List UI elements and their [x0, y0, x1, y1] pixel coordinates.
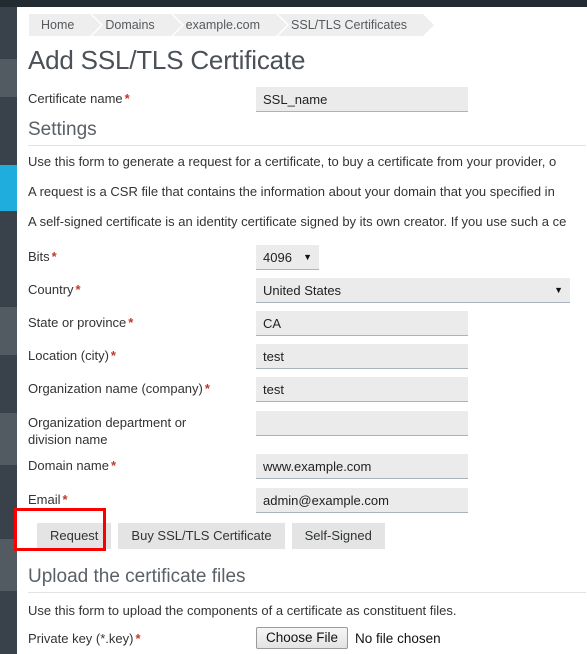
bits-label: Bits *	[28, 248, 57, 265]
label-text: State or province	[28, 315, 127, 330]
breadcrumb-item-home[interactable]: Home	[29, 14, 104, 36]
sidebar-segment[interactable]	[0, 7, 17, 59]
top-header-bar	[0, 0, 587, 7]
breadcrumb-label: Domains	[105, 18, 155, 32]
breadcrumb-item-example-com[interactable]: example.com	[172, 14, 290, 36]
sidebar-segment[interactable]	[0, 307, 17, 355]
email-input[interactable]	[256, 488, 468, 513]
upload-section-header: Upload the certificate files	[28, 566, 586, 593]
department-row: Organization department or division name	[28, 411, 586, 453]
buy-certificate-button[interactable]: Buy SSL/TLS Certificate	[118, 523, 285, 549]
required-marker: *	[62, 492, 68, 507]
breadcrumb-item-ssl-tls-certificates[interactable]: SSL/TLS Certificates	[278, 14, 437, 36]
sidebar-segment[interactable]	[0, 97, 17, 165]
required-marker: *	[75, 282, 81, 297]
email-row: Email *	[28, 488, 586, 514]
state-input[interactable]	[256, 311, 468, 336]
required-marker: *	[51, 249, 57, 264]
certificate-name-label: Certificate name *	[28, 90, 130, 107]
breadcrumb-label: Home	[41, 18, 75, 32]
bits-selected-value: 4096	[263, 249, 292, 265]
certificate-name-row: Certificate name *	[28, 87, 586, 113]
domain-row: Domain name *	[28, 454, 586, 480]
sidebar-segment[interactable]	[0, 465, 17, 539]
self-signed-button[interactable]: Self-Signed	[291, 523, 385, 549]
required-marker: *	[128, 315, 134, 330]
upload-heading: Upload the certificate files	[28, 566, 246, 587]
sidebar-segment-active[interactable]	[0, 165, 17, 211]
sidebar-segment[interactable]	[0, 539, 17, 591]
private-key-file-input[interactable]: Choose File No file chosen	[256, 627, 441, 649]
page-title: Add SSL/TLS Certificate	[28, 45, 306, 75]
breadcrumb-item-domains[interactable]: Domains	[92, 14, 185, 36]
sidebar-segment[interactable]	[0, 591, 17, 654]
label-text: Organization name (company)	[28, 381, 203, 396]
location-label: Location (city) *	[28, 347, 116, 364]
upload-description: Use this form to upload the components o…	[28, 603, 457, 618]
required-marker: *	[204, 381, 210, 396]
label-text: Domain name	[28, 458, 109, 473]
label-text: Private key (*.key)	[28, 631, 134, 646]
label-text: Country	[28, 282, 74, 297]
label-text: Location (city)	[28, 348, 109, 363]
left-navigation-sidebar[interactable]	[0, 7, 17, 654]
private-key-row: Private key (*.key) * Choose File No file…	[28, 627, 586, 653]
label-text: Organization department or division name	[28, 415, 187, 447]
required-marker: *	[124, 91, 130, 106]
domain-label: Domain name *	[28, 457, 116, 474]
label-text: Bits	[28, 249, 50, 264]
country-select[interactable]: United States ▼	[256, 278, 570, 303]
organization-label: Organization name (company) *	[28, 380, 210, 397]
action-button-row: Request Buy SSL/TLS Certificate Self-Sig…	[37, 523, 385, 549]
state-row: State or province *	[28, 311, 586, 337]
email-label: Email *	[28, 491, 68, 508]
settings-paragraph-1: Use this form to generate a request for …	[28, 154, 557, 169]
certificate-name-input[interactable]	[256, 87, 468, 112]
country-row: Country * United States ▼	[28, 278, 586, 304]
breadcrumb-label: example.com	[185, 18, 261, 32]
sidebar-segment[interactable]	[0, 355, 17, 413]
settings-paragraph-3: A self-signed certificate is an identity…	[28, 214, 567, 229]
label-text: Certificate name	[28, 91, 123, 106]
bits-select[interactable]: 4096 ▼	[256, 245, 319, 270]
settings-heading: Settings	[28, 119, 97, 140]
file-chosen-status: No file chosen	[355, 630, 441, 646]
settings-paragraph-2: A request is a CSR file that contains th…	[28, 184, 555, 199]
chevron-down-icon: ▼	[303, 251, 312, 262]
state-label: State or province *	[28, 314, 133, 331]
department-input[interactable]	[256, 411, 468, 436]
choose-file-button[interactable]: Choose File	[256, 627, 349, 649]
sidebar-segment[interactable]	[0, 59, 17, 97]
upload-divider	[28, 592, 586, 593]
location-input[interactable]	[256, 344, 468, 369]
sidebar-segment[interactable]	[0, 211, 17, 307]
main-content-area: Home Domains example.com SSL/TLS Certifi…	[17, 7, 587, 654]
label-text: Email	[28, 492, 61, 507]
required-marker: *	[135, 631, 141, 646]
breadcrumb-label: SSL/TLS Certificates	[291, 18, 408, 32]
chevron-down-icon: ▼	[554, 284, 563, 295]
request-button[interactable]: Request	[37, 523, 112, 549]
location-row: Location (city) *	[28, 344, 586, 370]
domain-input[interactable]	[256, 454, 468, 479]
sidebar-segment[interactable]	[0, 413, 17, 465]
country-label: Country *	[28, 281, 81, 298]
country-selected-value: United States	[263, 282, 342, 298]
required-marker: *	[110, 458, 116, 473]
breadcrumb: Home Domains example.com SSL/TLS Certifi…	[29, 14, 437, 36]
organization-input[interactable]	[256, 377, 468, 402]
required-marker: *	[110, 348, 116, 363]
private-key-label: Private key (*.key) *	[28, 630, 141, 647]
organization-row: Organization name (company) *	[28, 377, 586, 403]
settings-divider	[28, 145, 586, 146]
settings-section-header: Settings	[28, 119, 586, 146]
bits-row: Bits * 4096 ▼	[28, 245, 586, 271]
department-label: Organization department or division name	[28, 414, 228, 448]
